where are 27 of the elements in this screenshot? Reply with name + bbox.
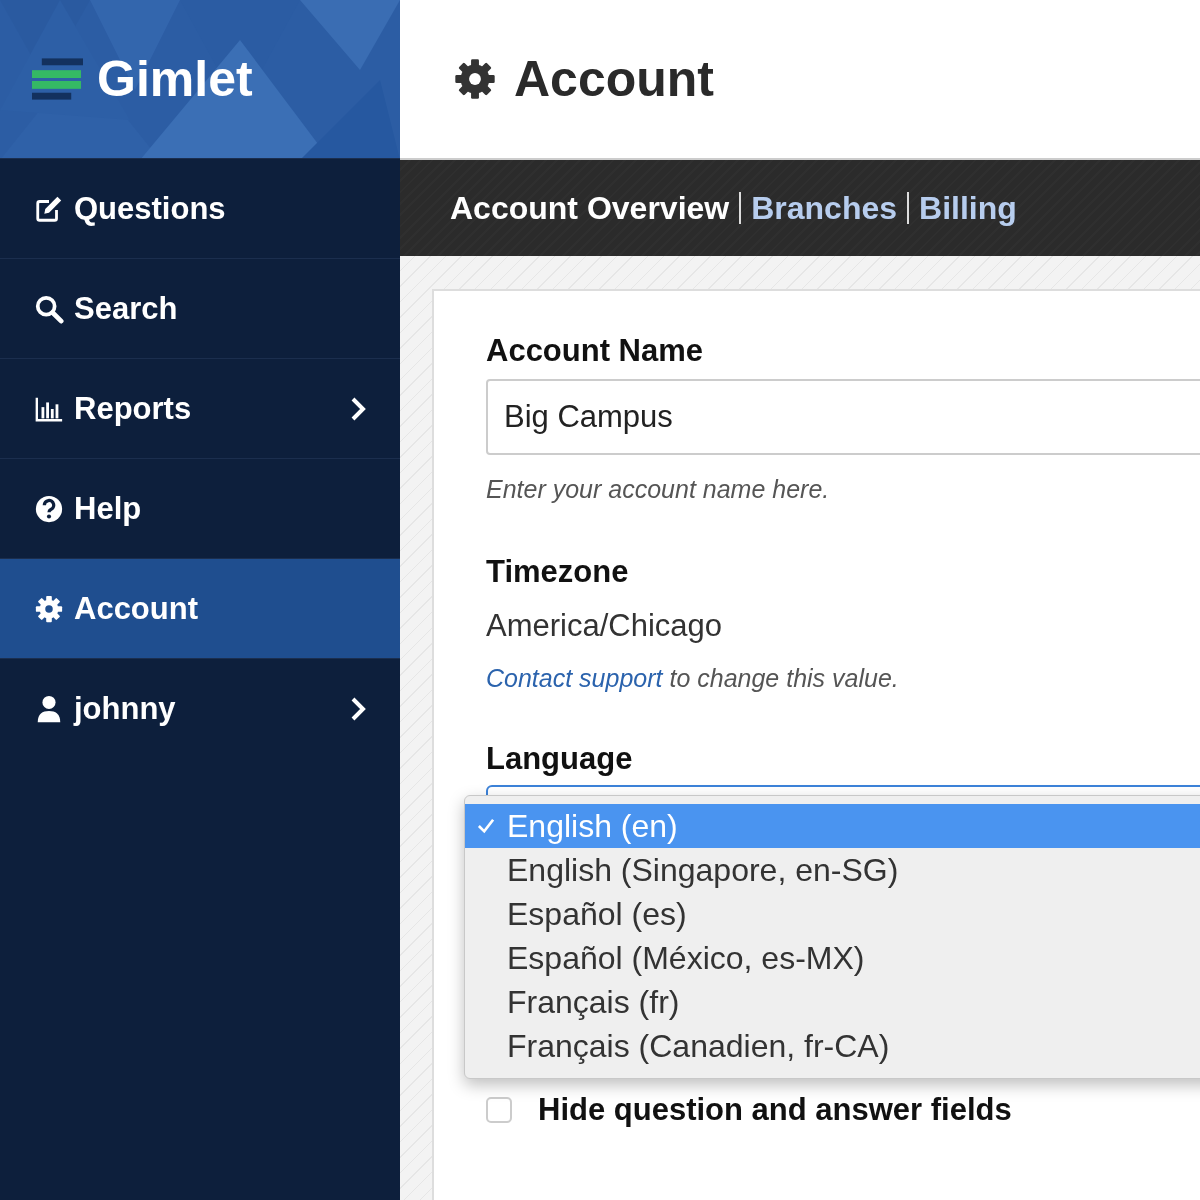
dropdown-option[interactable]: Español (es) [465,892,1200,936]
logo-icon [32,58,83,100]
account-name-field[interactable]: Big Campus [486,379,1200,455]
page-title: Account [514,50,714,108]
tab[interactable]: Account Overview [450,189,730,227]
field-label: Account Name [486,333,705,369]
dropdown-option[interactable]: English (Singapore, en-SG) [465,848,1200,892]
logo-text: Gimlet [97,50,253,108]
dropdown-option[interactable]: Français (fr) [465,980,1200,1024]
checkbox-label: Hide question and answer fields [538,1092,1012,1128]
nav-item[interactable]: Account [0,558,400,658]
tab[interactable]: Branches [751,189,898,227]
search-icon [34,293,64,324]
dropdown-option[interactable]: Español (México, es-MX) [465,936,1200,980]
dropdown-option[interactable]: Français (Canadien, fr-CA) [465,1024,1200,1068]
timezone-value: America/Chicago [486,608,724,644]
field-label: Language [486,741,634,777]
checkbox[interactable] [486,1097,512,1123]
timezone-note: Contact support to change this value. [486,664,900,693]
field-label: Timezone [486,554,630,590]
settings-icon [454,58,496,100]
check-icon [477,818,495,834]
help-icon [34,493,64,524]
tab[interactable]: Billing [919,189,1017,227]
settings-icon [34,593,64,624]
contact-support-link[interactable]: Contact support [486,664,663,692]
field-hint: Enter your account name here. [486,475,831,504]
